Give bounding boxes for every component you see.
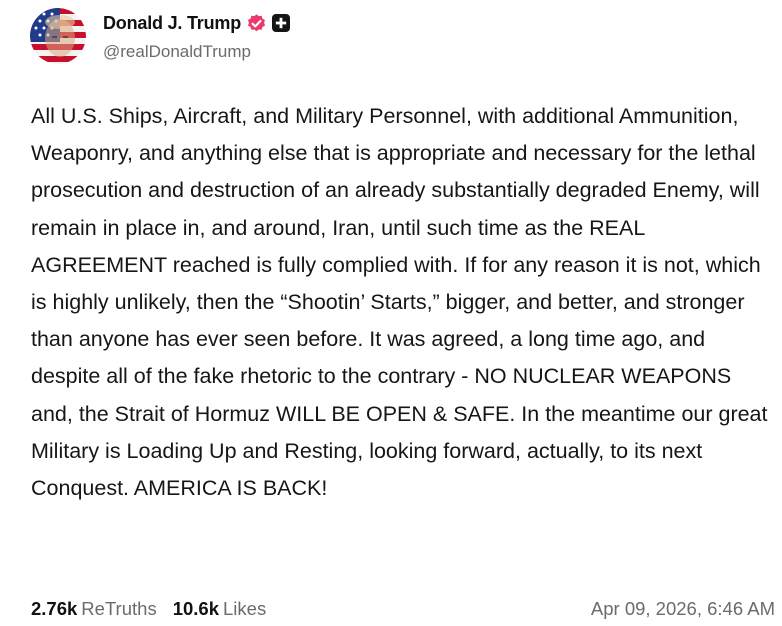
retruths-count[interactable]: 2.76k — [31, 598, 77, 620]
likes-count[interactable]: 10.6k — [173, 598, 219, 620]
post-timestamp[interactable]: Apr 09, 2026, 6:46 AM — [591, 598, 775, 620]
author-name-row: Donald J. Trump — [103, 11, 291, 35]
avatar-image — [30, 8, 86, 64]
verified-badge-icon — [246, 13, 267, 34]
post-card: Donald J. Trump @realDonaldTrump All U.S… — [0, 0, 782, 626]
likes-label[interactable]: Likes — [223, 598, 266, 620]
author-handle[interactable]: @realDonaldTrump — [103, 42, 251, 62]
post-footer: 2.76k ReTruths 10.6k Likes Apr 09, 2026,… — [31, 596, 775, 622]
author-display-name[interactable]: Donald J. Trump — [103, 13, 241, 34]
retruths-label[interactable]: ReTruths — [81, 598, 156, 620]
plus-badge-icon — [271, 13, 291, 33]
avatar[interactable] — [30, 8, 86, 64]
post-body-text: All U.S. Ships, Aircraft, and Military P… — [31, 104, 768, 501]
